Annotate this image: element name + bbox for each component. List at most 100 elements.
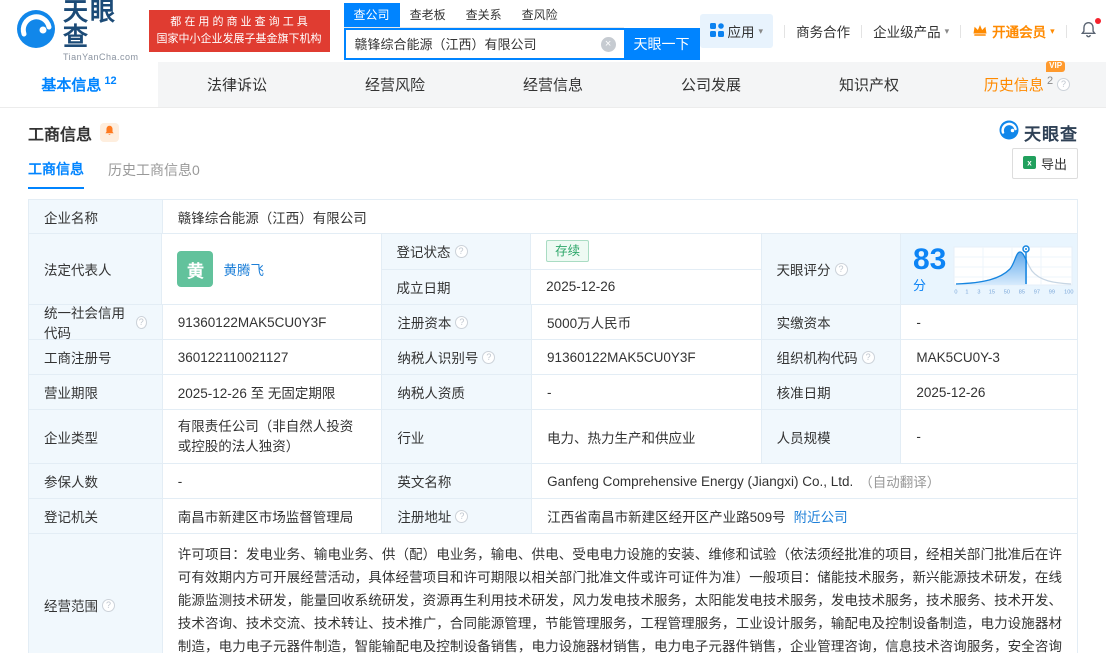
field-value-industry: 电力、热力生产和供应业 (532, 410, 762, 463)
nav-tab-label: 经营风险 (364, 77, 425, 94)
search-input[interactable] (343, 27, 624, 60)
reg-address-text: 江西省南昌市新建区经开区产业路509号 (547, 510, 786, 525)
nav-tab-label: 知识产权 (838, 77, 899, 94)
field-value-reg-status: 存续 (531, 234, 760, 269)
svg-text:x: x (1027, 158, 1032, 167)
subtab-history-business-info[interactable]: 历史工商信息0 (108, 160, 200, 188)
chart-tick: 0 (954, 289, 958, 295)
chart-tick: 15 (988, 289, 995, 295)
top-menu: 应用 ▾ 商务合作 企业级产品 ▾ 开通会员 ▾ (699, 14, 1106, 48)
help-icon[interactable]: ? (455, 315, 469, 329)
field-label-est-date: 成立日期 (381, 269, 532, 304)
brand-slogan-badge: 都 在 用 的 商 业 查 询 工 具 国家中小企业发展子基金旗下机构 (148, 9, 330, 53)
monitor-bell-button[interactable] (100, 123, 120, 142)
field-label-legal-rep: 法定代表人 (29, 234, 163, 304)
clear-search-icon[interactable]: × (600, 36, 616, 52)
auto-translate-note: （自动翻译） (859, 475, 941, 490)
tianyancha-watermark: 天眼查 (999, 120, 1078, 145)
brand-logo[interactable]: 天眼查 TianYanCha.com (16, 0, 139, 62)
field-label-text: 注册资本 (397, 316, 452, 331)
export-label: 导出 (1040, 157, 1067, 172)
field-value-reg-address: 江西省南昌市新建区经开区产业路509号 附近公司 (532, 499, 1077, 533)
help-icon[interactable]: ? (1057, 78, 1071, 91)
field-label-paid-capital: 实缴资本 (761, 305, 902, 339)
search-tab-boss[interactable]: 查老板 (400, 3, 456, 27)
field-value-insured-count: - (163, 464, 383, 498)
chart-tick: 100 (1063, 289, 1074, 295)
divider (960, 24, 962, 38)
field-label-taxpayer-quality: 纳税人资质 (382, 375, 533, 409)
biz-cooperation-link[interactable]: 商务合作 (796, 21, 850, 41)
field-label-text: 统一社会信用代码 (44, 306, 125, 341)
nav-tab-history-info[interactable]: 历史信息 2 VIP ? (948, 61, 1106, 107)
brand-name: 天眼查 (63, 0, 118, 51)
nav-tab-label: 法律诉讼 (206, 77, 267, 94)
field-value-company-name: 赣锋综合能源（江西）有限公司 (177, 210, 367, 226)
apps-menu[interactable]: 应用 ▾ (699, 14, 774, 48)
chart-tick: 3 (976, 289, 981, 295)
field-value-taxpayer-id: 91360122MAK5CU0Y3F (532, 340, 762, 374)
field-label-text: 登记状态 (396, 245, 451, 261)
help-icon[interactable]: ? (834, 262, 848, 276)
business-info-section: 工商信息 天眼查 工商信息 历史工商信息0 x 导出 企业名称 赣锋综合能源（江… (0, 108, 1106, 653)
score-cell: 83分 0 1 3 15 50 85 97 99 100 (901, 234, 1077, 304)
search-tab-company[interactable]: 查公司 (343, 2, 400, 27)
divider (861, 24, 863, 38)
field-label-reg-status: 登记状态 ? (381, 234, 532, 269)
field-label-business-scope: 经营范围 ? (29, 534, 163, 653)
nav-tab-operation-risk[interactable]: 经营风险 (316, 62, 474, 107)
slogan-line-2: 国家中小企业发展子基金旗下机构 (156, 33, 322, 45)
field-label-staff-size: 人员规模 (761, 410, 902, 463)
field-label-industry: 行业 (382, 410, 533, 463)
field-value-reg-number: 360122110021127 (163, 340, 383, 374)
enterprise-products-label: 企业级产品 (873, 25, 941, 40)
nav-tab-label: 公司发展 (680, 77, 741, 94)
nav-tab-operation-info[interactable]: 经营信息 (474, 62, 632, 107)
help-icon[interactable]: ? (102, 598, 115, 612)
field-label-text: 纳税人识别号 (397, 351, 479, 366)
subtab-business-info[interactable]: 工商信息 (28, 159, 84, 189)
export-button[interactable]: x 导出 (1011, 148, 1078, 179)
field-label-reg-capital: 注册资本 ? (382, 305, 533, 339)
help-icon[interactable]: ? (135, 315, 147, 329)
bell-icon (104, 124, 115, 142)
nav-tab-company-development[interactable]: 公司发展 (632, 62, 790, 107)
english-name-text: Ganfeng Comprehensive Energy (Jiangxi) C… (547, 473, 854, 489)
slogan-line-1: 都 在 用 的 商 业 查 询 工 具 (170, 15, 308, 28)
score-unit: 分 (913, 277, 927, 293)
help-icon[interactable]: ? (454, 244, 468, 258)
field-value-taxpayer-quality: - (532, 375, 762, 409)
nav-tab-label: 基本信息 (41, 77, 102, 94)
nav-tab-count: 2 (1046, 74, 1054, 87)
nearby-companies-link[interactable]: 附近公司 (794, 506, 848, 526)
search-tab-risk[interactable]: 查风险 (512, 3, 568, 27)
nav-tab-label: 历史信息 (983, 77, 1044, 94)
legal-rep-avatar[interactable]: 黄 (177, 251, 214, 287)
help-icon[interactable]: ? (861, 350, 875, 364)
chart-x-axis: 0 1 3 15 50 85 97 99 100 (954, 289, 1074, 296)
nav-tab-intellectual-property[interactable]: 知识产权 (790, 62, 948, 107)
help-icon[interactable]: ? (455, 509, 469, 523)
nav-tab-legal[interactable]: 法律诉讼 (158, 62, 316, 107)
apps-grid-icon (709, 22, 724, 40)
nav-tab-count: 12 (104, 74, 117, 87)
watermark-logo-icon (999, 120, 1019, 145)
legal-rep-link[interactable]: 黄腾飞 (223, 259, 264, 279)
search-tab-relation[interactable]: 查关系 (456, 3, 512, 27)
search-button[interactable]: 天眼一下 (623, 27, 700, 60)
score-distribution-chart: 0 1 3 15 50 85 97 99 100 (952, 243, 1076, 296)
nav-tab-basic-info[interactable]: 基本信息 12 (0, 62, 158, 107)
help-icon[interactable]: ? (482, 350, 496, 364)
field-value-legal-rep: 黄 黄腾飞 (162, 234, 382, 304)
field-label-text: 组织机构代码 (776, 351, 858, 366)
enterprise-products-menu[interactable]: 企业级产品 ▾ (873, 21, 949, 41)
watermark-text: 天眼查 (1024, 125, 1078, 144)
notifications-button[interactable] (1078, 18, 1101, 41)
vip-upgrade-link[interactable]: 开通会员 ▾ (972, 21, 1055, 41)
field-value-approval-date: 2025-12-26 (916, 384, 986, 400)
chevron-down-icon: ▾ (1050, 25, 1055, 36)
chevron-down-icon: ▾ (758, 25, 764, 36)
score-value: 83 (913, 242, 947, 276)
field-label-credit-code: 统一社会信用代码 ? (29, 305, 163, 341)
tianyancha-company-page: 天眼查 TianYanCha.com 都 在 用 的 商 业 查 询 工 具 国… (0, 0, 1106, 653)
